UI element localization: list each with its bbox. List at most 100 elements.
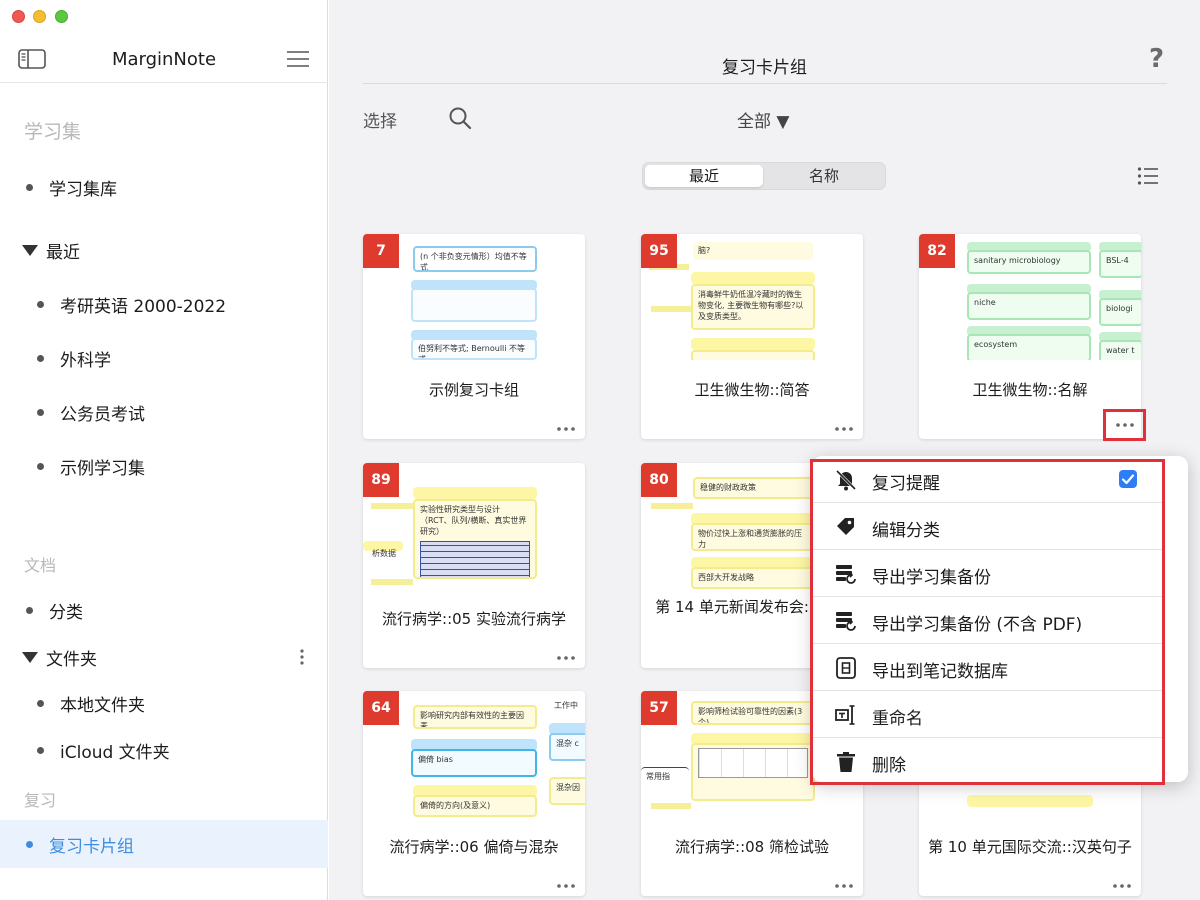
minimize-window-button[interactable] bbox=[33, 10, 46, 23]
connector bbox=[371, 503, 413, 509]
sidebar-item-label: 公务员考试 bbox=[60, 404, 145, 425]
filter-dropdown[interactable]: 全部 ▼ bbox=[737, 107, 789, 132]
sidebar-item-recent[interactable]: 公务员考试 bbox=[0, 392, 328, 432]
note-node: ecosystem bbox=[967, 334, 1091, 360]
bullet bbox=[26, 606, 33, 614]
sidebar-item-label: 分类 bbox=[49, 602, 83, 623]
sort-segmented-control: 最近 名称 bbox=[642, 162, 886, 190]
disclosure-triangle-icon bbox=[22, 651, 38, 663]
review-count-badge: 64 bbox=[363, 691, 399, 725]
menu-item-export-backup[interactable]: 导出学习集备份 bbox=[812, 550, 1164, 597]
sidebar-item-recent[interactable]: 示例学习集 bbox=[0, 446, 328, 486]
rename-icon bbox=[835, 705, 855, 725]
disclosure-triangle-icon bbox=[22, 244, 38, 256]
sort-name-tab[interactable]: 名称 bbox=[765, 165, 883, 187]
note-node: niche bbox=[967, 292, 1091, 320]
section-header-review: 复习 bbox=[24, 791, 57, 810]
review-deck-card[interactable]: 89 实验性研究类型与设计（RCT、队列/横断、真实世界研究） 析数据 流行病学… bbox=[363, 463, 585, 668]
note-node: 析数据 bbox=[372, 549, 396, 558]
note-node: 偏倚 bias bbox=[411, 749, 537, 777]
select-button[interactable]: 选择 bbox=[363, 107, 397, 132]
more-icon[interactable] bbox=[557, 656, 575, 660]
more-icon[interactable] bbox=[557, 884, 575, 888]
help-button[interactable]: ? bbox=[1149, 44, 1164, 74]
menu-item-review-reminder[interactable]: 复习提醒 bbox=[812, 456, 1164, 503]
sidebar-item-recent[interactable]: 考研英语 2000-2022 bbox=[0, 284, 328, 324]
connector bbox=[651, 503, 693, 509]
review-deck-card[interactable]: 7 (n 个非负变元情形）均值不等式 伯努利不等式; Bernoulli 不等式… bbox=[363, 234, 585, 439]
note-node: 工作中 bbox=[554, 701, 578, 710]
review-deck-card[interactable]: 64 影响研究内部有效性的主要因素 工作中 偏倚 bias 混杂 c 偏倚的方向… bbox=[363, 691, 585, 896]
bullet bbox=[37, 462, 44, 470]
sidebar-item-categories[interactable]: 分类 bbox=[0, 590, 328, 630]
note-node: 伯努利不等式; Bernoulli 不等式; bbox=[411, 338, 537, 360]
review-deck-card[interactable]: 95 脑? 消毒鲜牛奶低温冷藏时的微生物变化, 主要微生物有哪些?以及变质类型。… bbox=[641, 234, 863, 439]
note-node: 混杂 c bbox=[549, 733, 585, 761]
bullet bbox=[37, 354, 44, 362]
note-node: biologi bbox=[1099, 298, 1141, 326]
page-title: 复习卡片组 bbox=[722, 58, 807, 78]
hamburger-icon[interactable] bbox=[286, 50, 310, 68]
menu-item-label: 导出学习集备份 (不含 PDF) bbox=[872, 615, 1083, 635]
more-icon[interactable] bbox=[1116, 423, 1134, 427]
search-icon[interactable] bbox=[447, 105, 473, 131]
trash-icon bbox=[837, 752, 855, 772]
bullet bbox=[37, 300, 44, 308]
sidebar-item-label: 本地文件夹 bbox=[60, 695, 145, 716]
sidebar-item-review-cards[interactable]: 复习卡片组 bbox=[0, 820, 328, 868]
note-node bbox=[967, 795, 1093, 807]
sidebar-item-folder[interactable]: iCloud 文件夹 bbox=[0, 730, 328, 770]
sidebar-item-label: 最近 bbox=[46, 242, 80, 263]
bullet bbox=[26, 840, 33, 848]
zoom-window-button[interactable] bbox=[55, 10, 68, 23]
sidebar-item-label: 文件夹 bbox=[46, 649, 97, 670]
deck-title: 流行病学::08 筛检试验 bbox=[675, 838, 829, 856]
note-node bbox=[691, 350, 815, 360]
menu-item-edit-category[interactable]: 编辑分类 bbox=[812, 503, 1164, 550]
note-node bbox=[411, 288, 537, 322]
more-icon[interactable] bbox=[835, 884, 853, 888]
note-node bbox=[691, 743, 815, 801]
more-icon[interactable] bbox=[557, 427, 575, 431]
note-node bbox=[413, 487, 537, 499]
sidebar-item-label: 外科学 bbox=[60, 350, 111, 371]
bullet bbox=[37, 699, 44, 707]
bullet bbox=[26, 183, 33, 191]
divider bbox=[0, 82, 328, 83]
menu-item-rename[interactable]: 重命名 bbox=[812, 691, 1164, 738]
menu-item-label: 删除 bbox=[872, 756, 906, 776]
note-node bbox=[691, 338, 815, 350]
more-vertical-icon[interactable] bbox=[300, 649, 304, 665]
tag-icon bbox=[837, 518, 854, 535]
menu-item-export-notes-db[interactable]: 导出到笔记数据库 bbox=[812, 644, 1164, 691]
export-backup-icon bbox=[836, 612, 856, 631]
more-icon[interactable] bbox=[835, 427, 853, 431]
sidebar-group-folders[interactable]: 文件夹 bbox=[0, 637, 328, 677]
note-node: 偏倚的方向(及意义) bbox=[413, 795, 537, 817]
sidebar-item-label: iCloud 文件夹 bbox=[60, 742, 170, 763]
review-count-badge: 95 bbox=[641, 234, 677, 268]
menu-item-label: 复习提醒 bbox=[872, 474, 940, 494]
menu-item-export-backup-no-pdf[interactable]: 导出学习集备份 (不含 PDF) bbox=[812, 597, 1164, 644]
review-reminder-checkbox[interactable] bbox=[1119, 470, 1137, 488]
menu-item-label: 重命名 bbox=[872, 709, 923, 729]
note-node bbox=[691, 272, 815, 284]
sidebar-item-recent[interactable]: 外科学 bbox=[0, 338, 328, 378]
sidebar-item-library[interactable]: 学习集库 bbox=[0, 167, 328, 207]
deck-title: 卫生微生物::名解 bbox=[972, 381, 1088, 399]
deck-title: 流行病学::06 偏倚与混杂 bbox=[389, 838, 559, 856]
sidebar-group-recent[interactable]: 最近 bbox=[0, 230, 328, 270]
sidebar-item-folder[interactable]: 本地文件夹 bbox=[0, 683, 328, 723]
sidebar-item-label: 示例学习集 bbox=[60, 458, 145, 479]
list-view-icon[interactable] bbox=[1137, 166, 1159, 186]
note-node: 混杂因 bbox=[549, 777, 585, 805]
sort-recent-tab[interactable]: 最近 bbox=[645, 165, 763, 187]
bullet bbox=[37, 746, 44, 754]
close-window-button[interactable] bbox=[12, 10, 25, 23]
more-icon[interactable] bbox=[1113, 884, 1131, 888]
table-image bbox=[698, 748, 808, 778]
menu-item-delete[interactable]: 删除 bbox=[812, 738, 1164, 785]
section-header-study: 学习集 bbox=[24, 121, 82, 143]
more-button-highlight[interactable] bbox=[1103, 409, 1146, 441]
note-node: 西部大开发战略 bbox=[691, 567, 815, 589]
